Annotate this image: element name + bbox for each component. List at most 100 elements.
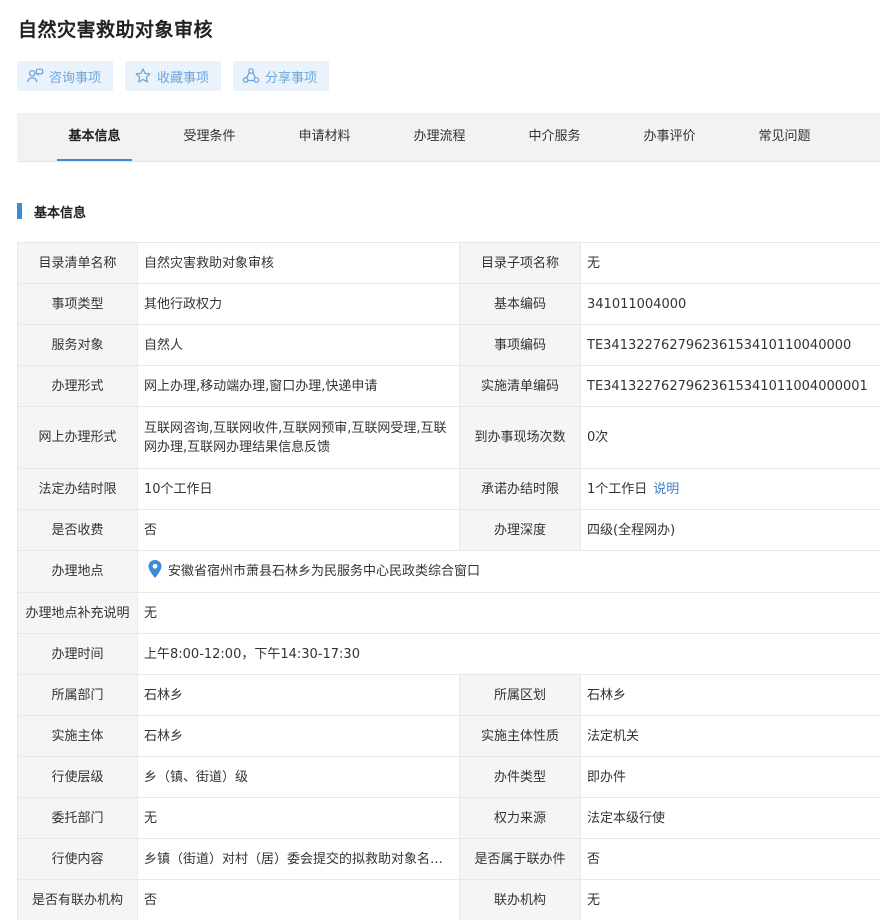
page-title: 自然灾害救助对象审核 [18, 19, 214, 41]
field-label: 办理地点 [17, 550, 138, 593]
share-button-label: 分享事项 [265, 70, 318, 86]
field-value: 否 [137, 509, 460, 551]
field-value: 1个工作日 说明 [580, 468, 880, 510]
field-value: 石林乡 [137, 715, 460, 757]
table-row: 目录清单名称 自然灾害救助对象审核 目录子项名称 无 [17, 242, 880, 284]
table-row: 行使内容 乡镇（街道）对村（居）委会提交的拟救助对象名单进行审核 是否属于联办件… [17, 838, 880, 880]
field-label: 事项类型 [17, 283, 138, 325]
field-label: 实施主体性质 [459, 715, 581, 757]
field-value: 法定本级行使 [580, 797, 880, 839]
field-value: 网上办理,移动端办理,窗口办理,快递申请 [137, 365, 460, 407]
field-label: 是否有联办机构 [17, 879, 138, 920]
share-button[interactable]: 分享事项 [233, 61, 330, 91]
field-value: 乡（镇、街道）级 [137, 756, 460, 798]
field-label: 目录清单名称 [17, 242, 138, 284]
field-value: 否 [580, 838, 880, 880]
basic-info-table: 目录清单名称 自然灾害救助对象审核 目录子项名称 无 事项类型 其他行政权力 基… [17, 242, 880, 920]
field-label: 是否属于联办件 [459, 838, 581, 880]
field-label: 是否收费 [17, 509, 138, 551]
field-value: 341011004000 [580, 283, 880, 325]
field-label: 行使层级 [17, 756, 138, 798]
field-label: 目录子项名称 [459, 242, 581, 284]
field-value: TE341322762796236153410110040000 [580, 324, 880, 366]
field-value: 法定机关 [580, 715, 880, 757]
field-value: 无 [137, 797, 460, 839]
table-row: 委托部门 无 权力来源 法定本级行使 [17, 797, 880, 839]
field-label: 办理形式 [17, 365, 138, 407]
field-value: 四级(全程网办) [580, 509, 880, 551]
field-label: 实施主体 [17, 715, 138, 757]
location-line: 安徽省宿州市萧县石林乡为民服务中心民政类综合窗口 [144, 559, 880, 584]
page: 自然灾害救助对象审核 咨询事项 收藏事项 分享事项 基本信息 受理条件 申请材料… [0, 0, 880, 920]
field-label: 所属部门 [17, 674, 138, 716]
favorite-button[interactable]: 收藏事项 [125, 61, 222, 91]
table-row: 办理地点补充说明 无 [17, 592, 880, 634]
table-row: 办理形式 网上办理,移动端办理,窗口办理,快递申请 实施清单编码 TE34132… [17, 365, 880, 407]
table-row: 服务对象 自然人 事项编码 TE341322762796236153410110… [17, 324, 880, 366]
field-value: 10个工作日 [137, 468, 460, 510]
tab-acceptance-conditions[interactable]: 受理条件 [172, 113, 247, 161]
section-header: 基本信息 [17, 202, 87, 221]
share-icon [241, 66, 261, 86]
field-value: 上午8:00-12:00，下午14:30-17:30 [137, 633, 880, 675]
favorite-button-label: 收藏事项 [157, 70, 210, 86]
table-row: 实施主体 石林乡 实施主体性质 法定机关 [17, 715, 880, 757]
field-label: 法定办结时限 [17, 468, 138, 510]
field-value: 石林乡 [580, 674, 880, 716]
field-value: 否 [137, 879, 460, 920]
star-icon [133, 66, 153, 86]
field-value: 即办件 [580, 756, 880, 798]
field-label: 办理深度 [459, 509, 581, 551]
consult-button-label: 咨询事项 [49, 70, 102, 86]
tab-intermediary-services[interactable]: 中介服务 [517, 113, 592, 161]
field-value: 乡镇（街道）对村（居）委会提交的拟救助对象名单进行审核 [137, 838, 460, 880]
field-value: 无 [580, 879, 880, 920]
field-label: 办件类型 [459, 756, 581, 798]
section-title: 基本信息 [34, 205, 87, 221]
table-row: 所属部门 石林乡 所属区划 石林乡 [17, 674, 880, 716]
field-value: 自然灾害救助对象审核 [137, 242, 460, 284]
field-label: 办理时间 [17, 633, 138, 675]
field-label: 承诺办结时限 [459, 468, 581, 510]
location-text: 安徽省宿州市萧县石林乡为民服务中心民政类综合窗口 [168, 564, 481, 579]
table-row: 事项类型 其他行政权力 基本编码 341011004000 [17, 283, 880, 325]
table-row: 是否有联办机构 否 联办机构 无 [17, 879, 880, 920]
field-label: 办理地点补充说明 [17, 592, 138, 634]
table-row: 网上办理形式 互联网咨询,互联网收件,互联网预审,互联网受理,互联网办理,互联网… [17, 406, 880, 469]
field-label: 联办机构 [459, 879, 581, 920]
consult-button[interactable]: 咨询事项 [17, 61, 114, 91]
section-accent-bar [17, 203, 22, 219]
location-pin-icon [144, 559, 168, 584]
field-label: 行使内容 [17, 838, 138, 880]
tab-bar: 基本信息 受理条件 申请材料 办理流程 中介服务 办事评价 常见问题 [17, 113, 880, 162]
tab-process-flow[interactable]: 办理流程 [402, 113, 477, 161]
tab-basic-info[interactable]: 基本信息 [57, 113, 132, 161]
field-label: 到办事现场次数 [459, 406, 581, 469]
field-value: 互联网咨询,互联网收件,互联网预审,互联网受理,互联网办理,互联网办理结果信息反… [137, 406, 460, 469]
table-row: 行使层级 乡（镇、街道）级 办件类型 即办件 [17, 756, 880, 798]
field-label: 网上办理形式 [17, 406, 138, 469]
action-bar: 咨询事项 收藏事项 分享事项 [17, 61, 330, 91]
promised-time-value: 1个工作日 [587, 481, 648, 497]
tab-service-evaluation[interactable]: 办事评价 [632, 113, 707, 161]
tab-faq[interactable]: 常见问题 [747, 113, 822, 161]
field-value: 其他行政权力 [137, 283, 460, 325]
field-label: 服务对象 [17, 324, 138, 366]
consult-icon [25, 66, 45, 86]
field-label: 事项编码 [459, 324, 581, 366]
table-row: 法定办结时限 10个工作日 承诺办结时限 1个工作日 说明 [17, 468, 880, 510]
field-label: 权力来源 [459, 797, 581, 839]
field-value: 0次 [580, 406, 880, 469]
field-value: TE34132276279623615341011004000001 [580, 365, 880, 407]
field-label: 所属区划 [459, 674, 581, 716]
tab-application-materials[interactable]: 申请材料 [287, 113, 362, 161]
exercise-content-text: 乡镇（街道）对村（居）委会提交的拟救助对象名单进行审核 [144, 851, 453, 867]
table-row: 是否收费 否 办理深度 四级(全程网办) [17, 509, 880, 551]
explain-link[interactable]: 说明 [653, 482, 679, 497]
field-value: 石林乡 [137, 674, 460, 716]
field-label: 基本编码 [459, 283, 581, 325]
field-value: 自然人 [137, 324, 460, 366]
field-value: 安徽省宿州市萧县石林乡为民服务中心民政类综合窗口 [137, 550, 880, 593]
field-label: 实施清单编码 [459, 365, 581, 407]
field-label: 委托部门 [17, 797, 138, 839]
